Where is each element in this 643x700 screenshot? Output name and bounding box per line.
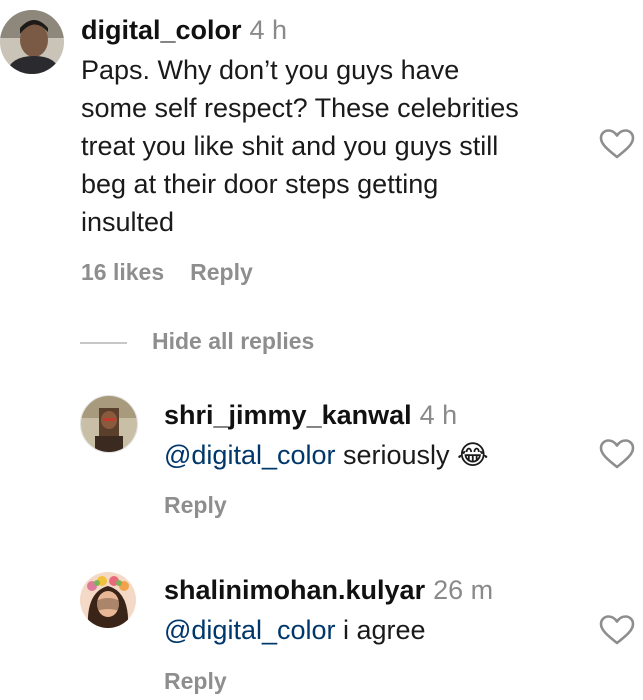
reply-timestamp: 26 m	[433, 575, 494, 605]
mention-link[interactable]: @digital_color	[164, 440, 336, 470]
hide-replies-button[interactable]: Hide all replies	[152, 328, 314, 355]
avatar[interactable]	[0, 10, 64, 74]
replies-divider	[80, 342, 127, 344]
like-heart-icon[interactable]	[599, 128, 635, 160]
comment-timestamp: 4 h	[249, 15, 288, 45]
reply-button[interactable]: Reply	[190, 259, 253, 285]
like-heart-icon[interactable]	[599, 614, 635, 646]
avatar-photo	[81, 396, 137, 452]
reply-avatar[interactable]	[80, 572, 136, 628]
reply-avatar[interactable]	[80, 395, 138, 453]
comment-line: treat you like shit and you guys still	[81, 131, 499, 161]
reply-timestamp: 4 h	[419, 400, 458, 430]
comment-line: insulted	[81, 207, 175, 237]
avatar-photo	[80, 572, 136, 628]
reply-meta: Reply	[164, 668, 253, 695]
reply-button[interactable]: Reply	[164, 668, 227, 694]
reply-button[interactable]: Reply	[164, 492, 227, 518]
reply-meta: Reply	[164, 492, 253, 519]
reply-body: @digital_color seriously 😂	[164, 436, 489, 474]
reply-text: seriously 😂	[335, 440, 489, 470]
comment-line: some self respect? These celebrities	[81, 93, 519, 123]
likes-count[interactable]: 16 likes	[81, 259, 164, 285]
reply-body: @digital_color i agree	[164, 611, 426, 649]
comment-meta: 16 likes Reply	[81, 259, 279, 286]
comment-username[interactable]: digital_color	[81, 15, 242, 45]
mention-link[interactable]: @digital_color	[164, 615, 336, 645]
comment-body: Paps. Why don’t you guys have some self …	[81, 51, 601, 241]
like-heart-icon[interactable]	[599, 438, 635, 470]
avatar-photo	[0, 10, 64, 74]
comment-line: beg at their door steps getting	[81, 169, 439, 199]
reply-username[interactable]: shalinimohan.kulyar	[164, 575, 425, 605]
comment-line: Paps. Why don’t you guys have	[81, 55, 460, 85]
reply-text: i agree	[335, 615, 426, 645]
reply-username[interactable]: shri_jimmy_kanwal	[164, 400, 412, 430]
